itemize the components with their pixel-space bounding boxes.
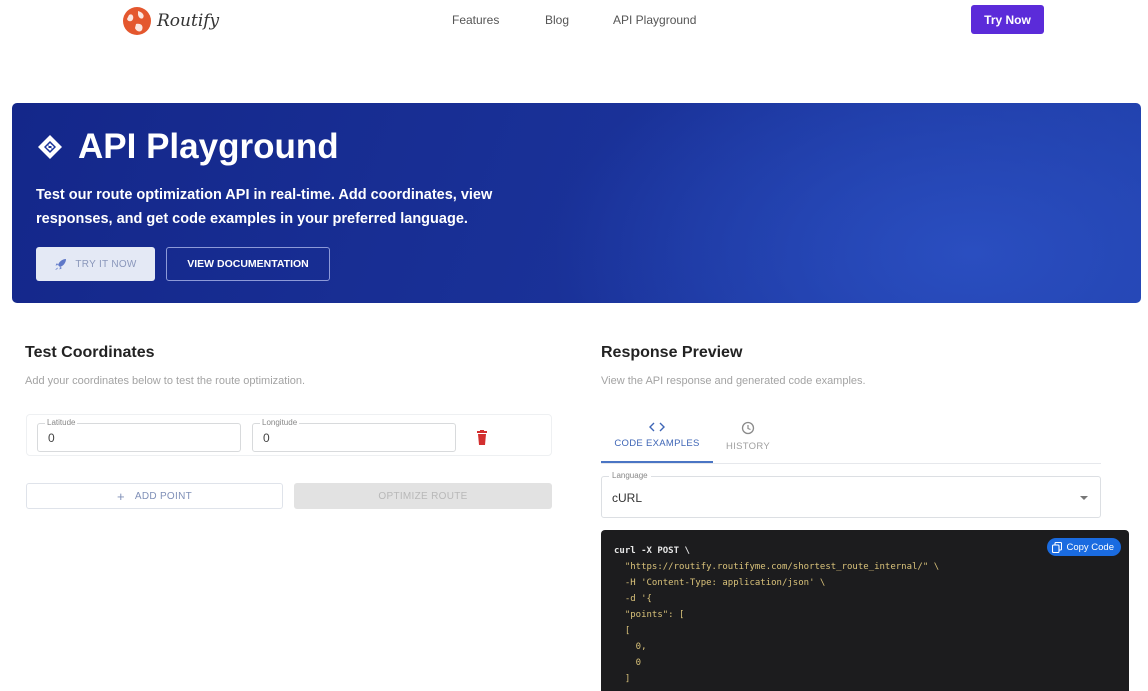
tab-history[interactable]: HISTORY (713, 410, 783, 463)
copy-icon (1052, 541, 1063, 553)
api-diamond-icon (38, 135, 62, 159)
try-it-now-button[interactable]: TRY IT NOW (36, 247, 155, 281)
code-example-block: Copy Code curl -X POST \ "https://routif… (601, 530, 1129, 691)
chevron-down-icon (1080, 496, 1088, 500)
delete-point-icon[interactable] (475, 430, 489, 446)
optimize-route-button[interactable]: OPTIMIZE ROUTE (294, 483, 552, 509)
rocket-icon (55, 258, 67, 270)
test-coordinates-title: Test Coordinates (25, 344, 155, 361)
language-value: cURL (612, 491, 643, 505)
coordinate-row: Latitude Longitude (26, 414, 552, 456)
response-preview-title: Response Preview (601, 344, 743, 361)
tab-history-label: HISTORY (726, 441, 770, 452)
language-select[interactable]: Language cURL (601, 471, 1101, 518)
hero-description: Test our route optimization API in real-… (36, 187, 493, 227)
history-icon (741, 421, 755, 435)
nav-link-api-playground[interactable]: API Playground (613, 13, 696, 27)
language-label: Language (609, 471, 651, 480)
copy-code-button[interactable]: Copy Code (1047, 538, 1121, 556)
copy-code-label: Copy Code (1066, 541, 1114, 553)
nav-link-features[interactable]: Features (452, 13, 499, 27)
plus-icon: + (116, 488, 125, 504)
code-line: curl -X POST \ (614, 546, 690, 556)
latitude-input[interactable] (48, 431, 198, 445)
code-line: -H 'Content-Type: application/json' \ (614, 578, 826, 588)
code-line: -d '{ (614, 594, 652, 604)
try-now-button[interactable]: Try Now (971, 5, 1044, 34)
code-line: "points": [ (614, 610, 685, 620)
code-line: "https://routify.routifyme.com/shortest_… (614, 562, 940, 572)
tab-code-examples[interactable]: CODE EXAMPLES (601, 410, 713, 463)
longitude-label: Longitude (260, 418, 300, 427)
tab-code-examples-label: CODE EXAMPLES (614, 438, 700, 449)
nav-link-blog[interactable]: Blog (545, 13, 569, 27)
code-line: 0, (614, 642, 647, 652)
hero-banner: API Playground Test our route optimizati… (12, 103, 1141, 303)
page-title: API Playground (78, 127, 339, 166)
hero-heading: API Playground (36, 127, 339, 167)
add-point-button[interactable]: + ADD POINT (26, 483, 283, 509)
add-point-label: ADD POINT (134, 490, 193, 502)
longitude-input[interactable] (263, 431, 413, 445)
response-tabs: CODE EXAMPLES HISTORY (601, 410, 1101, 464)
code-line: ] (614, 674, 631, 684)
code-line: 0 (614, 658, 642, 668)
longitude-field[interactable]: Longitude (252, 418, 456, 452)
brand-logo[interactable]: Routify (121, 5, 219, 37)
test-coordinates-subtitle: Add your coordinates below to test the r… (25, 375, 306, 387)
response-preview-subtitle: View the API response and generated code… (601, 375, 866, 387)
code-icon (649, 422, 665, 432)
view-documentation-button[interactable]: VIEW DOCUMENTATION (166, 247, 330, 281)
globe-logo-icon (123, 7, 151, 35)
navbar: Routify Features Blog API Playground Try… (0, 0, 1148, 44)
try-it-now-label: TRY IT NOW (75, 258, 137, 270)
brand-name: Routify (157, 11, 220, 31)
latitude-field[interactable]: Latitude (37, 418, 241, 452)
latitude-label: Latitude (45, 418, 78, 427)
code-line: [ (614, 626, 631, 636)
